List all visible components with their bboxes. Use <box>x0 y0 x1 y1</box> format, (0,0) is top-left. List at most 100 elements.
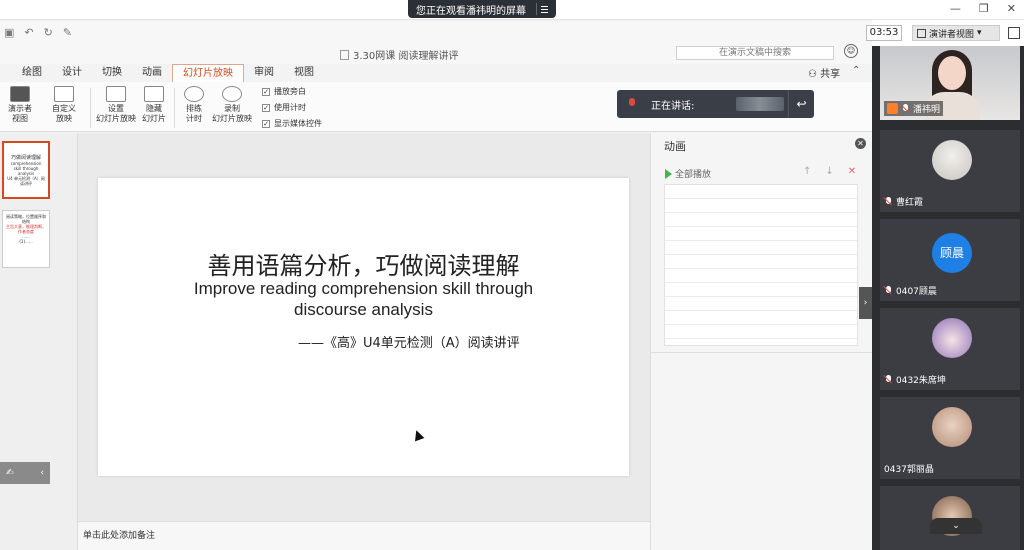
search-input[interactable]: 在演示文稿中搜索 <box>676 46 834 60</box>
pane-divider <box>650 352 872 353</box>
ribbon-separator <box>90 88 91 128</box>
thumbnail-text: U4 单元检测（A）阅读讲评 <box>7 176 45 186</box>
checkbox-play-narrations[interactable]: ✓ 播放旁白 <box>262 86 306 97</box>
chevron-down-icon[interactable]: ⌄ <box>930 518 982 534</box>
handwriting-icon: ✍ <box>6 468 14 478</box>
participant-name: 曹红霞 <box>896 198 924 208</box>
delete-icon[interactable]: ✕ <box>848 166 856 177</box>
participant-name-tag: 曹红霞 <box>884 195 923 208</box>
tab-slide-show[interactable]: 幻灯片放映 <box>172 64 244 82</box>
host-badge-icon <box>887 103 898 114</box>
setup-show-label: 设置 幻灯片放映 <box>96 104 136 123</box>
checkbox-checked-icon: ✓ <box>262 103 270 112</box>
participant-tile-host[interactable]: 潘祎明 <box>880 46 1020 120</box>
share-menu-icon[interactable] <box>536 3 550 15</box>
move-down-icon[interactable]: ↓ <box>825 166 833 177</box>
chevron-left-icon[interactable]: ‹ <box>40 468 44 478</box>
minimize-icon[interactable]: — <box>950 2 961 15</box>
participant-name: 潘祎明 <box>913 105 941 115</box>
document-icon <box>340 49 349 60</box>
save-icon[interactable]: ▣ <box>4 26 14 39</box>
share-button-label: 共享 <box>820 69 841 80</box>
collapse-ribbon-icon[interactable]: ⌃ <box>852 65 860 76</box>
participant-tile[interactable]: 曹红霞 <box>880 130 1020 212</box>
slide-thumbnail-1[interactable]: 巧做阅读理解 comprehension skill through analy… <box>2 141 50 199</box>
participant-tile[interactable]: 顾晨 0407顾晨 <box>880 219 1020 301</box>
tab-transitions[interactable]: 切换 <box>92 64 132 82</box>
screen-share-status: 您正在观看潘祎明的屏幕 <box>408 0 556 18</box>
thumbnail-text: comprehension skill through <box>10 161 42 171</box>
stopwatch-icon <box>184 86 204 102</box>
hide-slide-label: 隐藏 幻灯片 <box>142 104 166 123</box>
thumbnail-text: 主旨大意，推理判断，作者态度 <box>6 224 46 234</box>
ribbon-tabs: 绘图 设计 切换 动画 幻灯片放映 审阅 视图 <box>0 64 872 82</box>
undo-icon[interactable]: ↶ <box>24 26 33 39</box>
tab-review[interactable]: 审阅 <box>244 64 284 82</box>
current-slide[interactable]: 善用语篇分析，巧做阅读理解 Improve reading comprehens… <box>98 178 629 476</box>
restore-icon[interactable]: ❐ <box>979 2 989 15</box>
animation-pane-title: 动画 <box>664 140 686 153</box>
speaker-avatars <box>736 97 785 111</box>
custom-show-button[interactable]: 自定义 放映 <box>52 86 76 124</box>
tab-animations[interactable]: 动画 <box>132 64 172 82</box>
chevron-right-icon[interactable]: › <box>859 287 872 319</box>
presenter-view-button[interactable]: 演示者 视图 <box>8 86 32 124</box>
notes-pane[interactable]: 单击此处添加备注 <box>78 521 650 550</box>
participant-name-tag: 0437郭丽晶 <box>884 462 934 475</box>
hide-slide-icon <box>144 86 164 102</box>
presenter-view-dropdown-label: 演讲者视图 <box>929 29 975 40</box>
close-icon[interactable]: ✕ <box>1007 2 1016 15</box>
participant-name-tag: 0432朱席坤 <box>884 373 946 386</box>
checkbox-checked-icon: ✓ <box>262 87 270 96</box>
play-all-button[interactable]: 全部播放 <box>665 167 711 180</box>
presenter-view-dropdown[interactable]: 演讲者视图 ▾ <box>912 25 1000 41</box>
chevron-down-icon: ▾ <box>977 28 982 38</box>
thumbnail-nav[interactable]: ✍ ‹ <box>0 462 50 484</box>
mic-muted-icon <box>884 285 893 296</box>
play-all-label: 全部播放 <box>675 170 712 180</box>
participant-name-tag: 潘祎明 <box>884 101 944 116</box>
participant-tile[interactable]: 0437郭丽晶 <box>880 397 1020 479</box>
rehearse-timings-button[interactable]: 排练 计时 <box>184 86 204 124</box>
move-up-icon[interactable]: ↑ <box>803 166 811 177</box>
speaking-indicator: 正在讲话: ↩ <box>617 90 814 118</box>
close-icon[interactable]: ✕ <box>855 138 866 149</box>
slide-thumbnail-2[interactable]: 阅读策略，位置顺序和结构 主旨大意，推理判断，作者态度 ...... (1)..… <box>2 210 50 268</box>
redo-icon[interactable]: ↻ <box>44 26 53 39</box>
record-show-button[interactable]: 录制 幻灯片放映 <box>212 86 252 124</box>
edit-icon[interactable]: ✎ <box>63 26 72 39</box>
hide-slide-button[interactable]: 隐藏 幻灯片 <box>142 86 166 124</box>
checkbox-show-media-controls[interactable]: ✓ 显示媒体控件 <box>262 118 322 129</box>
checkbox-use-timings[interactable]: ✓ 使用计时 <box>262 102 306 113</box>
custom-show-label: 自定义 放映 <box>52 104 76 123</box>
tab-design[interactable]: 设计 <box>52 64 92 82</box>
participant-name: 0432朱席坤 <box>896 376 946 386</box>
participant-tile[interactable]: 0432朱席坤 <box>880 308 1020 390</box>
record-label: 录制 幻灯片放映 <box>212 104 252 123</box>
fullscreen-icon[interactable] <box>1008 27 1020 39</box>
ribbon-separator <box>174 88 175 128</box>
microphone-icon <box>627 98 637 110</box>
speaking-label: 正在讲话: <box>651 100 695 112</box>
feedback-smiley-icon[interactable]: ☺ <box>844 44 858 58</box>
cat-avatar <box>932 140 972 180</box>
play-icon <box>665 168 672 179</box>
participant-name: 0407顾晨 <box>896 287 937 297</box>
thumbnail-text: 阅读策略，位置顺序和结构 <box>6 214 46 224</box>
share-button[interactable]: ⚇ 共享 <box>808 65 840 80</box>
setup-show-icon <box>106 86 126 102</box>
tab-view[interactable]: 视图 <box>284 64 324 82</box>
rehearse-label: 排练 计时 <box>186 104 202 123</box>
thumbnail-text: (1)...... <box>19 239 33 244</box>
checkbox-label: 播放旁白 <box>274 87 306 96</box>
animation-list[interactable] <box>664 184 858 346</box>
window-controls: — ❐ ✕ <box>950 2 1016 15</box>
tab-draw[interactable]: 绘图 <box>12 64 52 82</box>
return-icon[interactable]: ↩ <box>788 90 814 118</box>
animation-controls: ↑ ↓ ✕ <box>803 166 856 177</box>
record-icon <box>222 86 242 102</box>
setup-show-button[interactable]: 设置 幻灯片放映 <box>96 86 136 124</box>
custom-show-icon <box>54 86 74 102</box>
document-title-text: 3.30网课 阅读理解讲评 <box>353 51 459 62</box>
text-avatar: 顾晨 <box>932 233 972 273</box>
